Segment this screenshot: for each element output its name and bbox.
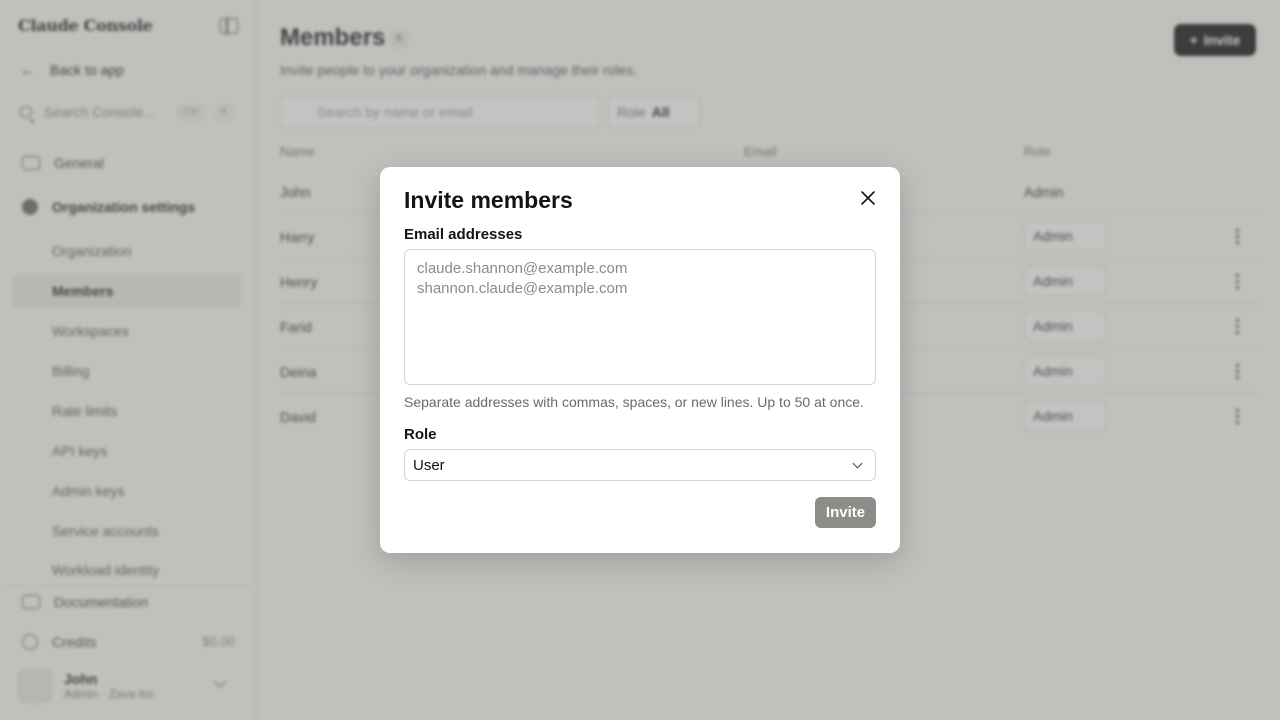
email-help-text: Separate addresses with commas, spaces, … [404,394,864,410]
invite-submit-button[interactable]: Invite [815,497,876,528]
close-icon [861,191,875,205]
email-addresses-field[interactable] [404,249,876,385]
invite-members-dialog: Invite members Email addresses Separate … [380,167,900,553]
role-select[interactable]: User [404,449,876,481]
role-select-value: User [413,456,445,474]
close-button[interactable] [856,189,880,209]
role-label: Role [404,426,437,443]
chevron-down-icon [852,458,863,469]
email-addresses-label: Email addresses [404,226,523,243]
dialog-title: Invite members [404,187,573,213]
